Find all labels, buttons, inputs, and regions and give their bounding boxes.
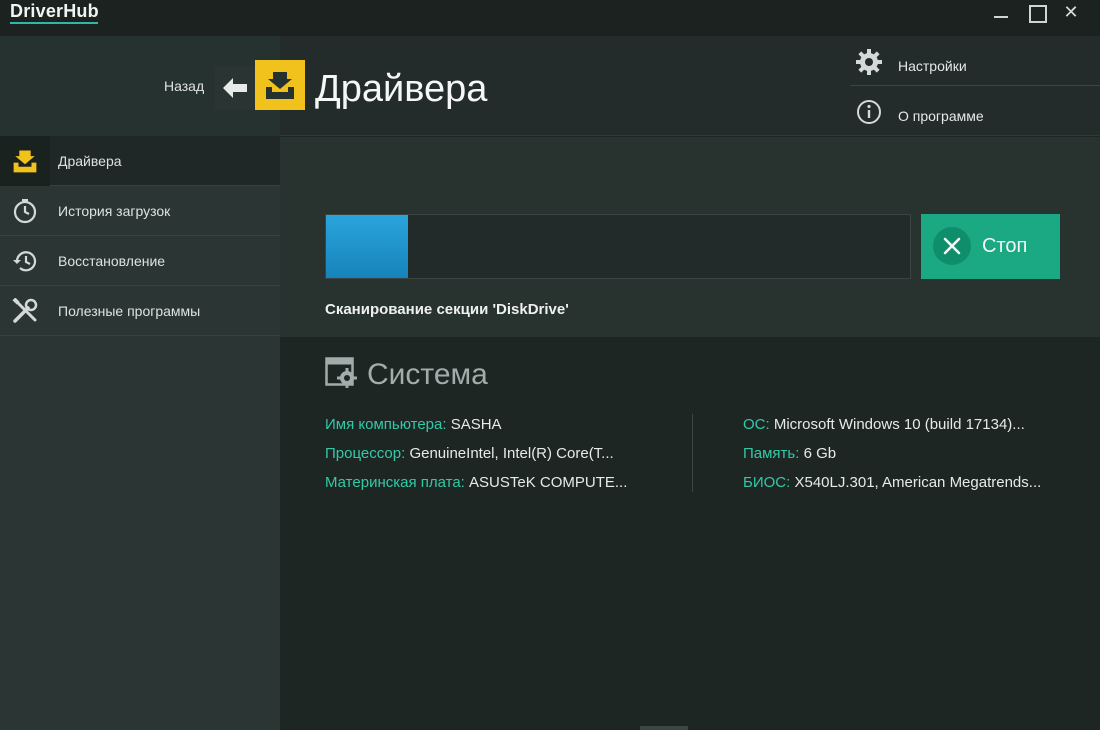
back-label[interactable]: Назад (164, 78, 204, 94)
settings-label: Настройки (898, 58, 967, 74)
system-section-title: Система (367, 358, 488, 391)
about-menu-item[interactable]: О программе (850, 86, 1100, 136)
tools-icon (12, 298, 38, 323)
scan-panel: Стоп Сканирование секции 'DiskDrive' (280, 137, 1100, 337)
sidebar-item-useful-programs[interactable]: Полезные программы (0, 286, 280, 336)
info-divider (692, 414, 693, 492)
info-key: ОС: (743, 416, 770, 433)
info-processor: Процессор: GenuineIntel, Intel(R) Core(T… (325, 445, 614, 462)
sidebar-item-label: Драйвера (58, 153, 122, 169)
info-key: БИОС: (743, 474, 791, 491)
sidebar-item-restore[interactable]: Восстановление (0, 236, 280, 286)
logo-underline (10, 22, 98, 24)
info-value: 6 Gb (803, 445, 837, 462)
sidebar-item-download-history[interactable]: История загрузок (0, 186, 280, 236)
info-value: Microsoft Windows 10 (build 17134)... (773, 416, 1025, 433)
close-button[interactable]: ✕ (1060, 2, 1082, 22)
app-logo: DriverHub (10, 1, 99, 21)
restore-history-icon (13, 251, 37, 272)
maximize-button[interactable] (1025, 2, 1047, 23)
close-icon (943, 237, 961, 255)
info-computer-name: Имя компьютера: SASHA (325, 416, 502, 433)
info-os: ОС: Microsoft Windows 10 (build 17134)..… (743, 416, 1025, 433)
driver-tray-icon (13, 150, 37, 173)
resize-grip (640, 726, 688, 730)
sidebar-item-drivers[interactable]: Драйвера (0, 136, 280, 186)
info-value: X540LJ.301, American Megatrends... (794, 474, 1042, 491)
info-value: ASUSTeK COMPUTE... (469, 474, 628, 491)
stop-button-label: Стоп (982, 235, 1028, 257)
info-value: SASHA (450, 416, 502, 433)
info-motherboard: Материнская плата: ASUSTeK COMPUTE... (325, 474, 627, 491)
page-header: Назад Драйвера Настройки О программе (0, 36, 1100, 136)
info-value: GenuineIntel, Intel(R) Core(T... (409, 445, 614, 462)
info-bios: БИОС: X540LJ.301, American Megatrends... (743, 474, 1041, 491)
info-key: Материнская плата: (325, 474, 465, 491)
arrow-left-icon (223, 78, 247, 98)
page-title: Драйвера (315, 68, 488, 110)
info-memory: Память: 6 Gb (743, 445, 836, 462)
sidebar: Драйвера История загрузок Восстановление (0, 136, 280, 730)
settings-menu-item[interactable]: Настройки (850, 36, 1100, 86)
info-key: Память: (743, 445, 800, 462)
minimize-button[interactable] (990, 2, 1012, 22)
info-icon (857, 100, 881, 124)
title-bar: DriverHub ✕ (0, 0, 1100, 36)
driver-tray-icon (255, 60, 305, 110)
sidebar-item-label: Восстановление (58, 253, 166, 269)
sidebar-item-label: История загрузок (58, 203, 171, 219)
gear-icon (856, 49, 882, 75)
system-window-gear-icon (325, 357, 357, 388)
back-button[interactable] (215, 66, 255, 110)
scan-progress-bar (325, 214, 911, 279)
scan-status-text: Сканирование секции 'DiskDrive' (325, 301, 569, 318)
clock-icon (13, 199, 37, 224)
stop-button[interactable]: Стоп (921, 214, 1060, 279)
info-key: Процессор: (325, 445, 406, 462)
about-label: О программе (898, 108, 984, 124)
sidebar-item-label: Полезные программы (58, 303, 201, 319)
scan-progress-fill (326, 215, 408, 278)
info-key: Имя компьютера: (325, 416, 447, 433)
